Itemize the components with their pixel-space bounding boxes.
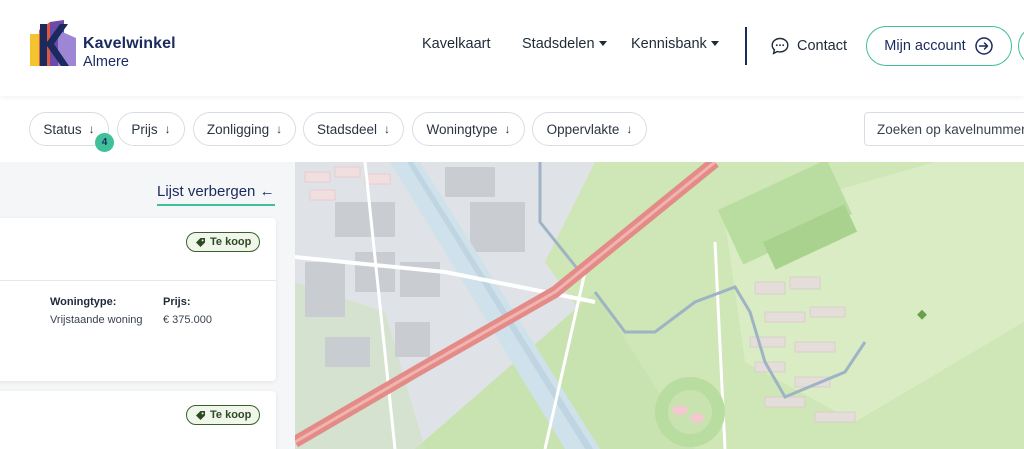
status-count-badge: 4 [95,133,114,152]
hide-list-toggle[interactable]: Lijst verbergen ← [157,183,275,206]
arrow-left-icon: ← [259,183,275,200]
filter-label: Oppervlakte [546,121,620,137]
filter-oppervlakte[interactable]: Oppervlakte ↓ [532,112,647,146]
nav-divider [745,27,747,65]
tag-icon [196,237,205,247]
status-badge: Te koop [186,405,261,425]
filter-prijs[interactable]: Prijs ↓ [117,112,185,146]
filter-label: Status [43,121,82,137]
search-input[interactable] [864,112,1024,146]
filter-bar: Status ↓ 4 Prijs ↓ Zonligging ↓ Stadsdeel ↓ … [0,96,1024,162]
filter-label: Prijs [131,121,158,137]
status-label: Te koop [210,409,252,421]
tag-icon [196,410,205,420]
card-divider [0,280,276,281]
account-label: Mijn account [884,38,966,54]
filter-label: Zonligging [206,121,270,137]
nav-item-label: Kavelkaart [422,36,491,52]
arrow-down-icon: ↓ [164,122,171,136]
caret-down-icon [598,40,607,46]
site-header: Kavelwinkel Almere Kavelkaart Stadsdelen… [0,0,1024,96]
arrow-down-icon: ↓ [626,122,633,136]
woningtype-label: Woningtype: [50,296,117,308]
nav-item-stadsdelen[interactable]: Stadsdelen [522,36,607,52]
contact-link[interactable]: Contact [770,36,847,56]
woningtype-value: Vrijstaande woning [50,314,143,326]
caret-down-icon [710,40,719,46]
contact-label: Contact [797,38,847,54]
account-button[interactable]: Mijn account [866,26,1012,66]
status-badge: Te koop [186,232,261,252]
filter-woningtype[interactable]: Woningtype ↓ [412,112,525,146]
arrow-down-icon: ↓ [504,122,511,136]
results-list-panel: Lijst verbergen ← Te koop Woningtype: Vr… [0,162,295,449]
map-canvas[interactable] [295,162,1024,449]
arrow-down-icon: ↓ [276,122,283,136]
plot-card[interactable]: Te koop Woningtype: Vrijstaande woning P… [0,218,276,381]
plot-card[interactable]: Te koop [0,391,276,449]
brand-subtitle: Almere [83,54,129,70]
nav-item-label: Kennisbank [631,36,707,52]
arrow-down-icon: ↓ [88,122,95,136]
prijs-label: Prijs: [163,296,191,308]
brand-title: Kavelwinkel [83,35,176,52]
login-arrow-icon [974,37,993,55]
filter-label: Woningtype [426,121,498,137]
hide-list-label: Lijst verbergen [157,183,256,200]
status-label: Te koop [210,236,252,248]
nav-item-kennisbank[interactable]: Kennisbank [631,36,719,52]
kavelwinkel-logo-icon [30,20,76,66]
filter-zonligging[interactable]: Zonligging ↓ [193,112,296,146]
chat-bubble-icon [771,37,789,55]
secondary-round-button[interactable] [1018,26,1024,66]
map-view[interactable] [295,162,1024,449]
arrow-down-icon: ↓ [384,122,391,136]
nav-item-kavelkaart[interactable]: Kavelkaart [422,36,491,52]
nav-item-label: Stadsdelen [522,36,595,52]
filter-stadsdeel[interactable]: Stadsdeel ↓ [303,112,404,146]
prijs-value: € 375.000 [163,314,212,326]
brand-logo[interactable]: Kavelwinkel Almere [30,20,200,72]
filter-label: Stadsdeel [316,121,378,137]
